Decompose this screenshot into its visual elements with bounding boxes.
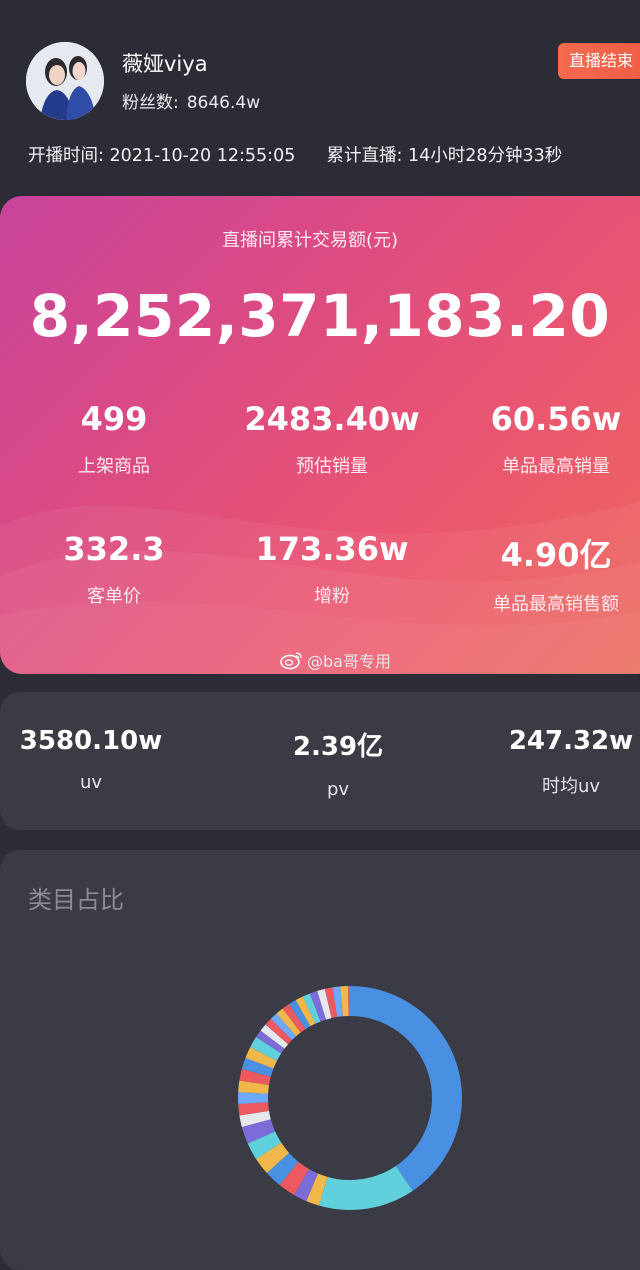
traffic-value: 3580.10w — [19, 726, 163, 756]
duration-label: 累计直播: — [326, 146, 403, 166]
avatar-image — [26, 42, 104, 120]
live-ended-badge: 直播结束 — [558, 43, 640, 79]
traffic-label: uv — [79, 772, 103, 793]
start-time-value: 2021-10-20 12:55:05 — [109, 146, 296, 166]
gmv-title: 直播间累计交易额(元) — [221, 230, 399, 251]
stat-value: 173.36w — [255, 530, 409, 568]
broadcast-time-row: 开播时间: 2021-10-20 12:55:05 累计直播: 14小时28分钟… — [28, 142, 562, 167]
category-card: 类目占比 — [0, 850, 640, 1270]
stat-label: 单品最高销售额 — [493, 594, 619, 615]
fans-label: 粉丝数: — [122, 93, 179, 113]
traffic-card: 3580.10w uv 2.39亿 pv 247.32w 时均uv — [0, 692, 640, 830]
gmv-card: 直播间累计交易额(元) 8,252,371,183.20 499 上架商品 24… — [0, 196, 640, 674]
fans-value: 8646.4w — [186, 93, 261, 113]
streamer-profile: 薇娅viya 粉丝数: 8646.4w 直播结束 开播时间: 2021-10-20… — [0, 0, 640, 190]
stat-products: 499 上架商品 — [9, 400, 219, 478]
stat-label: 增粉 — [314, 586, 350, 607]
traffic-hourly-uv: 247.32w 时均uv — [466, 726, 640, 798]
stat-value: 332.3 — [63, 530, 165, 568]
watermark-text: @ba哥专用 — [307, 652, 391, 671]
streamer-name: 薇娅viya — [122, 52, 208, 76]
category-donut-chart[interactable] — [230, 978, 470, 1218]
traffic-uv: 3580.10w uv — [0, 726, 196, 793]
donut-segment-1 — [319, 1165, 413, 1210]
stat-top-item-sales: 60.56w 单品最高销量 — [451, 400, 640, 478]
stat-value: 4.90亿 — [500, 536, 612, 574]
weibo-icon — [280, 652, 302, 670]
stat-label: 预估销量 — [296, 456, 368, 477]
traffic-value: 2.39亿 — [292, 732, 384, 762]
gmv-total: 8,252,371,183.20 — [29, 282, 611, 350]
fans-count: 粉丝数: 8646.4w — [122, 88, 260, 113]
donut-segment-11 — [238, 1092, 269, 1104]
start-time-label: 开播时间: — [28, 146, 104, 166]
weibo-watermark: @ba哥专用 — [280, 648, 391, 672]
traffic-value: 247.32w — [508, 726, 634, 756]
traffic-pv: 2.39亿 pv — [233, 726, 443, 800]
category-title: 类目占比 — [28, 886, 124, 914]
avatar[interactable] — [26, 42, 104, 120]
stat-value: 2483.40w — [244, 400, 420, 438]
stat-new-fans: 173.36w 增粉 — [227, 530, 437, 608]
stat-label: 客单价 — [87, 586, 141, 607]
stat-value: 60.56w — [490, 400, 622, 438]
donut-segment-0 — [350, 986, 462, 1191]
stat-label: 单品最高销量 — [502, 456, 610, 477]
donut-segments — [238, 986, 462, 1210]
stat-estimated-sales: 2483.40w 预估销量 — [227, 400, 437, 478]
stat-top-item-revenue: 4.90亿 单品最高销售额 — [451, 530, 640, 616]
traffic-label: 时均uv — [541, 776, 601, 797]
traffic-label: pv — [326, 779, 350, 800]
stat-label: 上架商品 — [78, 456, 150, 477]
stat-value: 499 — [80, 400, 148, 438]
stat-avg-order: 332.3 客单价 — [9, 530, 219, 608]
duration-value: 14小时28分钟33秒 — [408, 146, 563, 166]
